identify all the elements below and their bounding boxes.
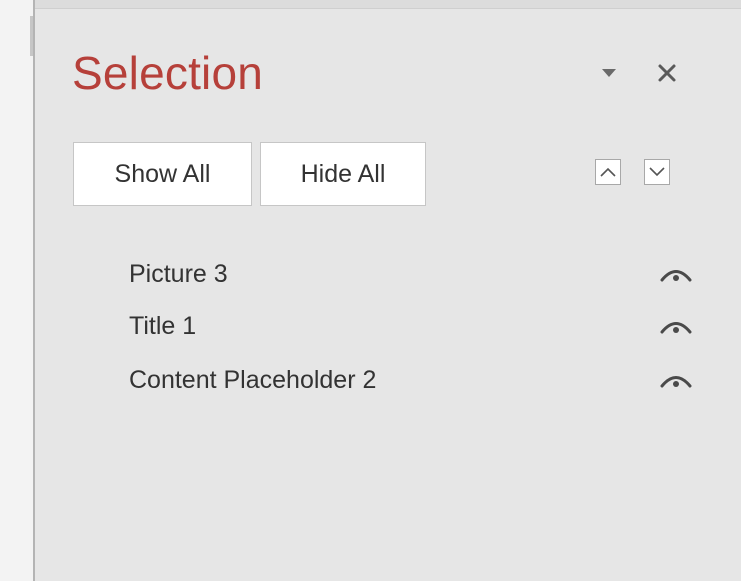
show-all-button[interactable]: Show All [73,142,252,206]
visibility-toggle-title-1[interactable] [658,317,694,337]
hide-all-button[interactable]: Hide All [260,142,426,206]
list-item-content-placeholder-2[interactable]: Content Placeholder 2 [129,368,376,393]
close-icon [658,64,676,82]
list-item-title-1[interactable]: Title 1 [129,314,196,339]
eye-icon [660,376,692,388]
eye-icon [660,322,692,334]
triangle-down-icon [602,69,616,77]
pane-top-border [35,0,741,9]
send-backward-button[interactable] [644,159,670,185]
list-item-picture-3[interactable]: Picture 3 [129,262,228,287]
bring-forward-button[interactable] [595,159,621,185]
scroll-edge-marker [30,16,33,56]
visibility-toggle-picture-3[interactable] [658,265,694,285]
close-pane-button[interactable] [650,56,684,90]
chevron-down-icon [649,167,665,177]
pane-options-button[interactable] [594,58,624,88]
pane-title: Selection [72,47,264,99]
slide-area-edge [0,0,35,581]
eye-icon [660,270,692,282]
visibility-toggle-content-placeholder-2[interactable] [658,371,694,391]
selection-pane-window: Selection Show All Hide All Picture 3 Ti… [0,0,741,581]
chevron-up-icon [600,167,616,177]
